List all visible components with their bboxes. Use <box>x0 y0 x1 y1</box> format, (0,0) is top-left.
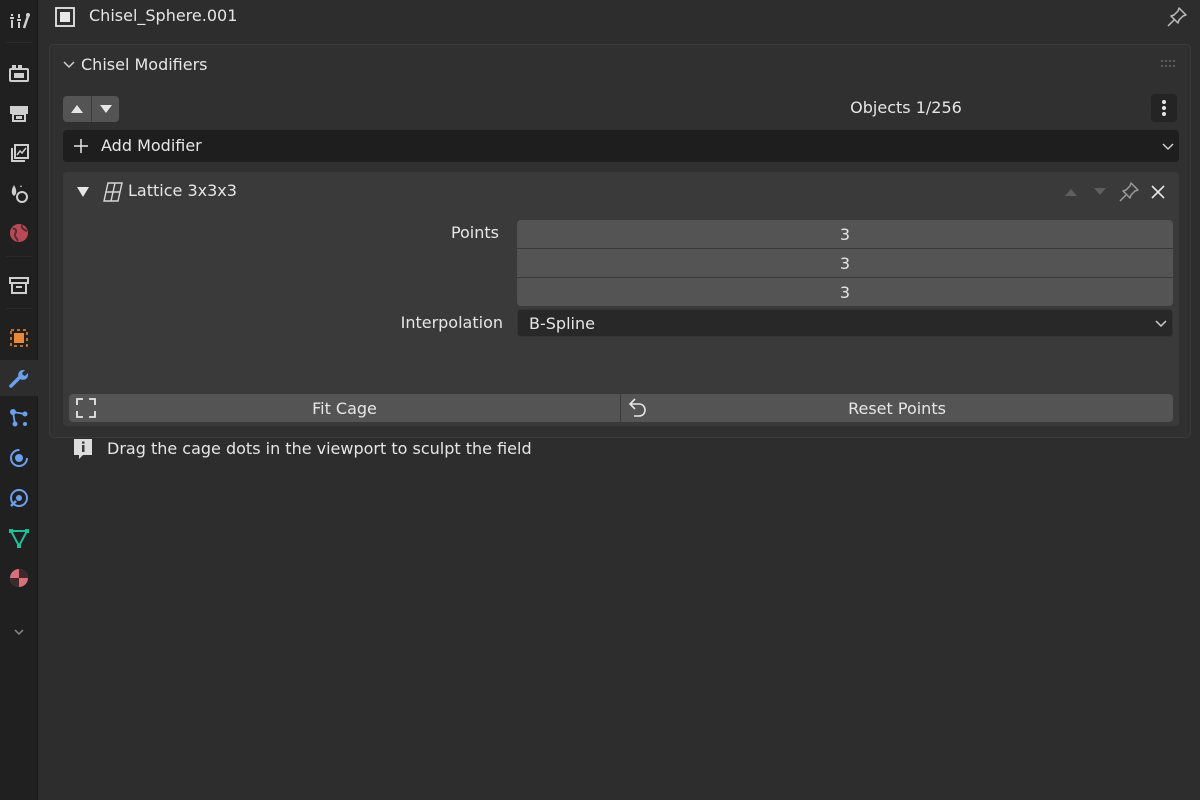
info-icon <box>74 439 92 459</box>
fit-cage-button[interactable]: Fit Cage <box>69 394 620 422</box>
interpolation-label: Interpolation <box>400 313 503 332</box>
pin-icon <box>1119 182 1139 202</box>
reset-points-button[interactable]: Reset Points <box>621 394 1173 422</box>
output-icon <box>10 106 28 122</box>
render-icon <box>9 65 29 82</box>
interpolation-value: B-Spline <box>529 314 595 333</box>
modifier-name: Lattice 3x3x3 <box>128 181 237 200</box>
sidebar-separator <box>6 256 32 257</box>
triangle-up-icon <box>1065 189 1077 196</box>
move-modifier-down-button[interactable] <box>1089 181 1111 203</box>
undo-icon <box>628 398 646 417</box>
tool-icon <box>10 13 30 29</box>
info-message: Drag the cage dots in the viewport to sc… <box>63 434 1167 464</box>
triangle-down-icon <box>99 105 112 113</box>
lattice-modifier-box: Lattice 3x3x3 Points 3 3 3 Interpolation… <box>63 172 1179 459</box>
material-icon <box>10 569 28 587</box>
tab-material[interactable] <box>0 560 38 596</box>
tab-modifiers[interactable] <box>0 360 38 396</box>
triangle-down-icon <box>1094 188 1106 195</box>
tab-particles[interactable] <box>0 400 38 436</box>
physics-icon <box>10 449 28 467</box>
tab-object[interactable] <box>0 320 38 356</box>
world-icon <box>10 224 28 242</box>
reset-points-label: Reset Points <box>848 398 946 418</box>
modifier-header: Lattice 3x3x3 <box>63 172 1179 212</box>
remove-modifier-button[interactable] <box>1147 181 1169 203</box>
collection-icon <box>9 277 29 294</box>
panel-header[interactable]: Chisel Modifiers <box>50 45 1190 85</box>
move-modifier-up-button[interactable] <box>1060 181 1082 203</box>
object-name: Chisel_Sphere.001 <box>89 6 238 25</box>
tab-constraints[interactable] <box>0 480 38 516</box>
lattice-icon <box>103 182 123 202</box>
tab-view-layer[interactable] <box>0 135 38 171</box>
collapse-triangle-icon[interactable] <box>76 186 90 198</box>
chevron-down-icon <box>1162 143 1174 151</box>
sidebar-separator <box>6 308 32 309</box>
tab-physics[interactable] <box>0 440 38 476</box>
tab-world[interactable] <box>0 215 38 251</box>
drag-grip-icon[interactable] <box>1160 59 1178 69</box>
properties-header: Chisel_Sphere.001 <box>38 0 1200 36</box>
points-v-field[interactable]: 3 <box>517 249 1173 277</box>
sidebar-separator <box>6 42 32 43</box>
tab-data[interactable] <box>0 520 38 556</box>
tab-output[interactable] <box>0 95 38 131</box>
plus-icon <box>74 139 88 153</box>
modifier-icon <box>9 370 28 388</box>
chisel-modifiers-panel: Chisel Modifiers Objects 1/256 Add Modif… <box>49 44 1191 459</box>
constraints-icon <box>10 489 28 507</box>
interpolation-select[interactable]: B-Spline <box>517 309 1173 337</box>
particles-icon <box>10 409 28 427</box>
add-modifier-label: Add Modifier <box>101 136 202 155</box>
points-u-field[interactable]: 3 <box>517 220 1173 248</box>
pin-modifier-button[interactable] <box>1118 181 1140 203</box>
chevron-down-icon <box>63 61 75 69</box>
info-text: Drag the cage dots in the viewport to sc… <box>107 439 532 458</box>
chevron-down-icon <box>14 629 24 636</box>
triangle-up-icon <box>71 105 83 113</box>
tab-render[interactable] <box>0 55 38 91</box>
pin-icon[interactable] <box>1166 6 1188 28</box>
view-layer-icon <box>11 144 29 162</box>
close-icon <box>1151 185 1165 199</box>
tab-collection[interactable] <box>0 267 38 303</box>
object-icon <box>55 7 75 27</box>
fit-frame-icon <box>76 398 96 418</box>
properties-tab-sidebar <box>0 0 38 800</box>
tab-more[interactable] <box>0 614 38 650</box>
vertical-ellipsis-icon <box>1162 100 1166 116</box>
tab-scene[interactable] <box>0 175 38 211</box>
more-options-button[interactable] <box>1151 94 1177 122</box>
fit-cage-label: Fit Cage <box>312 398 377 418</box>
previous-object-button[interactable] <box>63 96 91 122</box>
chevron-down-icon <box>1155 320 1167 328</box>
object-icon <box>10 329 28 347</box>
scene-icon <box>11 185 28 203</box>
next-object-button[interactable] <box>91 96 119 122</box>
data-icon <box>9 529 29 549</box>
points-label: Points <box>450 223 499 242</box>
object-counter: Objects 1/256 <box>850 98 962 117</box>
cage-actions: Fit Cage Reset Points <box>69 394 1173 422</box>
points-w-field[interactable]: 3 <box>517 278 1173 306</box>
add-modifier-dropdown[interactable]: Add Modifier <box>63 130 1179 162</box>
tab-tool[interactable] <box>0 3 38 39</box>
object-nav-arrows <box>63 96 119 122</box>
panel-title: Chisel Modifiers <box>81 55 208 74</box>
